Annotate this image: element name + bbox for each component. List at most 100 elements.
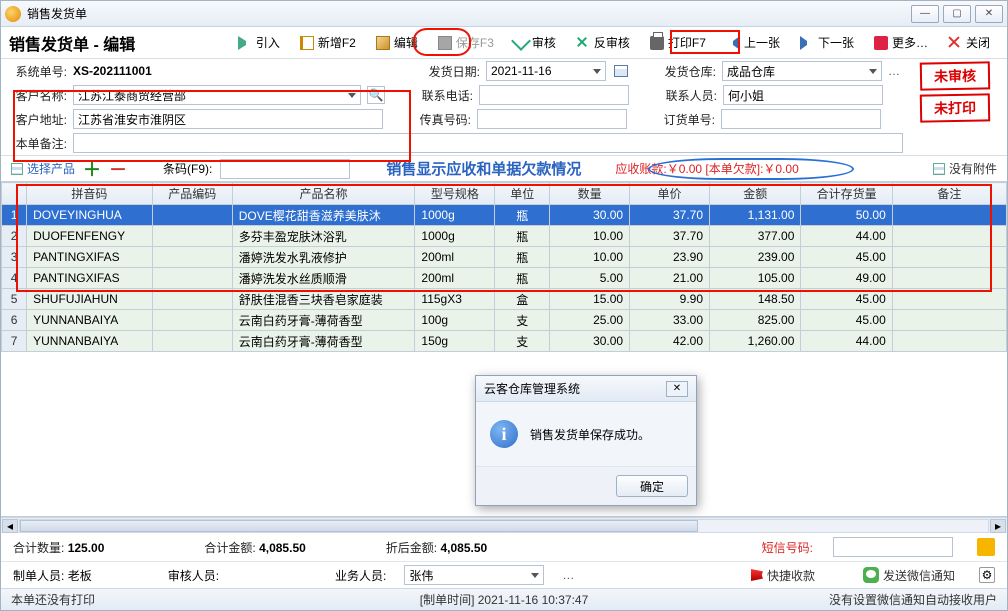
cell[interactable]: DOVE樱花甜香滋养美肤沐	[232, 205, 415, 226]
cell[interactable]: 瓶	[495, 268, 550, 289]
table-row[interactable]: 2DUOFENFENGY多芬丰盈宠肤沐浴乳1000g瓶10.0037.70377…	[2, 226, 1007, 247]
cell[interactable]	[892, 331, 1006, 352]
cell[interactable]: 1000g	[415, 205, 495, 226]
sms-input[interactable]	[833, 537, 953, 557]
cell[interactable]: 37.70	[630, 226, 710, 247]
cell[interactable]: 30.00	[550, 205, 630, 226]
cell[interactable]: 3	[2, 247, 27, 268]
settings-icon[interactable]: ⚙	[979, 567, 995, 583]
cell[interactable]: 5	[2, 289, 27, 310]
table-row[interactable]: 3PANTINGXIFAS潘婷洗发水乳液修护200ml瓶10.0023.9023…	[2, 247, 1007, 268]
cell[interactable]: 1,131.00	[710, 205, 801, 226]
next-button[interactable]: 下一张	[791, 30, 863, 56]
col-header[interactable]: 金额	[710, 183, 801, 205]
cell[interactable]: 10.00	[550, 247, 630, 268]
cell[interactable]	[152, 268, 232, 289]
cell[interactable]	[152, 247, 232, 268]
sales-select[interactable]: 张伟	[404, 565, 544, 585]
cell[interactable]: 30.00	[550, 331, 630, 352]
cell[interactable]: 1000g	[415, 226, 495, 247]
cell[interactable]: 377.00	[710, 226, 801, 247]
scroll-left-button[interactable]: ◂	[2, 519, 18, 533]
cell[interactable]	[892, 205, 1006, 226]
cell[interactable]: 瓶	[495, 205, 550, 226]
cell[interactable]: YUNNANBAIYA	[27, 331, 153, 352]
cell[interactable]: 5.00	[550, 268, 630, 289]
cell[interactable]: 瓶	[495, 247, 550, 268]
cell[interactable]: 49.00	[801, 268, 892, 289]
maximize-button[interactable]: ▢	[943, 5, 971, 23]
col-header[interactable]: 型号规格	[415, 183, 495, 205]
search-cust-icon[interactable]: 🔍	[367, 86, 385, 104]
cell[interactable]: 44.00	[801, 331, 892, 352]
cell[interactable]: 37.70	[630, 205, 710, 226]
add-row-button[interactable]: ＋	[83, 156, 101, 182]
audit-button[interactable]: 审核	[505, 30, 565, 56]
cell[interactable]: 2	[2, 226, 27, 247]
cell[interactable]: 潘婷洗发水乳液修护	[232, 247, 415, 268]
cell[interactable]: 瓶	[495, 226, 550, 247]
cell[interactable]	[892, 268, 1006, 289]
cell[interactable]: 1,260.00	[710, 331, 801, 352]
cell[interactable]	[892, 310, 1006, 331]
phone-input[interactable]	[479, 85, 629, 105]
col-header[interactable]	[2, 183, 27, 205]
table-row[interactable]: 4PANTINGXIFAS潘婷洗发水丝质顺滑200ml瓶5.0021.00105…	[2, 268, 1007, 289]
col-header[interactable]: 数量	[550, 183, 630, 205]
cell[interactable]: 42.00	[630, 331, 710, 352]
select-product-button[interactable]: 选择产品	[11, 160, 75, 177]
cell[interactable]	[152, 226, 232, 247]
cell[interactable]: 舒肤佳混香三块香皂家庭装	[232, 289, 415, 310]
shipdate-input[interactable]: 2021-11-16	[486, 61, 606, 81]
cell[interactable]: 45.00	[801, 289, 892, 310]
sms-send-icon[interactable]	[977, 538, 995, 556]
cell[interactable]: 23.90	[630, 247, 710, 268]
fax-input[interactable]	[477, 109, 627, 129]
cell[interactable]: 45.00	[801, 247, 892, 268]
edit-button[interactable]: 编辑	[367, 30, 427, 56]
more-button[interactable]: 更多…	[865, 30, 937, 56]
close-button[interactable]: 关闭	[939, 30, 999, 56]
barcode-input[interactable]	[220, 159, 350, 179]
scroll-right-button[interactable]: ▸	[990, 519, 1006, 533]
cell[interactable]	[152, 310, 232, 331]
cell[interactable]: 148.50	[710, 289, 801, 310]
custaddr-input[interactable]	[73, 109, 383, 129]
cell[interactable]: 潘婷洗发水丝质顺滑	[232, 268, 415, 289]
cell[interactable]: 239.00	[710, 247, 801, 268]
col-header[interactable]: 产品名称	[232, 183, 415, 205]
col-header[interactable]: 单位	[495, 183, 550, 205]
cell[interactable]: 9.90	[630, 289, 710, 310]
cell[interactable]: 盒	[495, 289, 550, 310]
cell[interactable]: 4	[2, 268, 27, 289]
cell[interactable]: 云南白药牙膏-薄荷香型	[232, 310, 415, 331]
cell[interactable]: PANTINGXIFAS	[27, 268, 153, 289]
cell[interactable]: 1	[2, 205, 27, 226]
table-row[interactable]: 1DOVEYINGHUADOVE樱花甜香滋养美肤沐1000g瓶30.0037.7…	[2, 205, 1007, 226]
cell[interactable]: 21.00	[630, 268, 710, 289]
prev-button[interactable]: 上一张	[717, 30, 789, 56]
cell[interactable]: 44.00	[801, 226, 892, 247]
no-attachment[interactable]: 没有附件	[933, 160, 997, 177]
print-button[interactable]: 打印F7	[641, 30, 715, 56]
cell[interactable]: 825.00	[710, 310, 801, 331]
cell[interactable]: 25.00	[550, 310, 630, 331]
col-header[interactable]: 产品编码	[152, 183, 232, 205]
table-row[interactable]: 7YUNNANBAIYA云南白药牙膏-薄荷香型150g支30.0042.001,…	[2, 331, 1007, 352]
warehouse-select[interactable]: 成品仓库	[722, 61, 882, 81]
quick-pay-button[interactable]: 快捷收款	[751, 567, 815, 584]
remove-row-button[interactable]: －	[109, 156, 127, 182]
import-button[interactable]: 引入	[229, 30, 289, 56]
minimize-button[interactable]: —	[911, 5, 939, 23]
cell[interactable]: 100g	[415, 310, 495, 331]
cell[interactable]: 50.00	[801, 205, 892, 226]
orderno-input[interactable]	[721, 109, 881, 129]
cell[interactable]	[152, 289, 232, 310]
new-button[interactable]: 新增F2	[291, 30, 365, 56]
sales-more[interactable]: …	[562, 568, 575, 582]
table-row[interactable]: 6YUNNANBAIYA云南白药牙膏-薄荷香型100g支25.0033.0082…	[2, 310, 1007, 331]
cell[interactable]: 150g	[415, 331, 495, 352]
contact-input[interactable]	[723, 85, 883, 105]
cell[interactable]	[152, 205, 232, 226]
cell[interactable]: 200ml	[415, 247, 495, 268]
